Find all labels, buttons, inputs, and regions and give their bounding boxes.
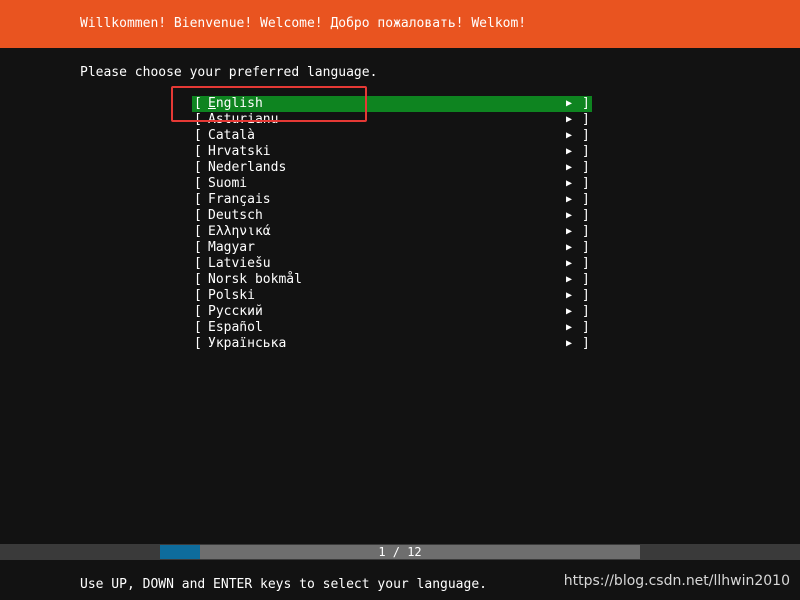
language-label: Polski [208, 288, 255, 303]
bracket-open: [ [194, 240, 202, 255]
bracket-close: ] [582, 192, 590, 207]
bracket-close: ] [582, 336, 590, 351]
bracket-open: [ [194, 176, 202, 191]
right-arrow-icon: ▶ [566, 210, 573, 221]
right-arrow-icon: ▶ [566, 258, 573, 269]
language-option-latviešu[interactable]: [ Latviešu ▶] [192, 256, 592, 272]
progress-text: 1 / 12 [378, 545, 422, 559]
language-list: [English ▶][Asturianu ▶][Català ▶][Hrvatski… [192, 96, 592, 352]
language-option-español[interactable]: [ Español ▶] [192, 320, 592, 336]
right-arrow-icon: ▶ [566, 290, 573, 301]
language-option-norsk-bokmål[interactable]: [ Norsk bokmål ▶] [192, 272, 592, 288]
right-arrow-icon: ▶ [566, 162, 573, 173]
language-label: Русский [208, 304, 263, 319]
language-label: Norsk bokmål [208, 272, 302, 287]
watermark: https://blog.csdn.net/llhwin2010 [563, 573, 790, 589]
bracket-open: [ [194, 304, 202, 319]
right-arrow-icon: ▶ [566, 130, 573, 141]
bracket-close: ] [582, 144, 590, 159]
bracket-open: [ [194, 336, 202, 351]
bracket-open: [ [194, 208, 202, 223]
right-arrow-icon: ▶ [566, 306, 573, 317]
bracket-close: ] [582, 288, 590, 303]
language-option-русский[interactable]: [ Русский ▶] [192, 304, 592, 320]
language-label: Magyar [208, 240, 255, 255]
keyboard-hint: Use UP, DOWN and ENTER keys to select yo… [80, 577, 487, 592]
language-option-nederlands[interactable]: [ Nederlands ▶] [192, 160, 592, 176]
bracket-open: [ [194, 224, 202, 239]
installer-screen: Willkommen! Bienvenue! Welcome! Добро по… [0, 0, 800, 600]
bracket-close: ] [582, 176, 590, 191]
language-label: Ελληνικά [208, 224, 271, 239]
annotation-highlight-box [171, 86, 367, 122]
bracket-open: [ [194, 272, 202, 287]
bracket-open: [ [194, 192, 202, 207]
right-arrow-icon: ▶ [566, 242, 573, 253]
right-arrow-icon: ▶ [566, 274, 573, 285]
bracket-close: ] [582, 208, 590, 223]
language-option-suomi[interactable]: [ Suomi ▶] [192, 176, 592, 192]
header-bar: Willkommen! Bienvenue! Welcome! Добро по… [0, 0, 800, 48]
bracket-open: [ [194, 320, 202, 335]
bracket-close: ] [582, 224, 590, 239]
bracket-open: [ [194, 144, 202, 159]
bracket-close: ] [582, 160, 590, 175]
bracket-open: [ [194, 160, 202, 175]
language-label: Latviešu [208, 256, 271, 271]
language-option-magyar[interactable]: [ Magyar ▶] [192, 240, 592, 256]
language-label: Українська [208, 336, 287, 351]
bracket-close: ] [582, 96, 590, 111]
bracket-close: ] [582, 304, 590, 319]
language-option-ελληνικά[interactable]: [ Ελληνικά ▶] [192, 224, 592, 240]
welcome-title: Willkommen! Bienvenue! Welcome! Добро по… [80, 16, 527, 31]
bracket-close: ] [582, 240, 590, 255]
right-arrow-icon: ▶ [566, 178, 573, 189]
bracket-open: [ [194, 128, 202, 143]
right-arrow-icon: ▶ [566, 322, 573, 333]
right-arrow-icon: ▶ [566, 146, 573, 157]
right-arrow-icon: ▶ [566, 194, 573, 205]
language-label: Deutsch [208, 208, 263, 223]
language-label: Suomi [208, 176, 248, 191]
bracket-close: ] [582, 112, 590, 127]
language-label: Español [208, 320, 263, 335]
language-label: Català [208, 128, 255, 143]
language-label: Français [208, 192, 271, 207]
right-arrow-icon: ▶ [566, 98, 573, 109]
bracket-close: ] [582, 256, 590, 271]
language-label: Nederlands [208, 160, 287, 175]
language-option-deutsch[interactable]: [ Deutsch ▶] [192, 208, 592, 224]
language-option-français[interactable]: [ Français ▶] [192, 192, 592, 208]
language-prompt: Please choose your preferred language. [80, 65, 378, 80]
right-arrow-icon: ▶ [566, 114, 573, 125]
bracket-open: [ [194, 288, 202, 303]
language-label: Hrvatski [208, 144, 271, 159]
language-option-català[interactable]: [ Català ▶] [192, 128, 592, 144]
bracket-close: ] [582, 272, 590, 287]
language-option-polski[interactable]: [ Polski ▶] [192, 288, 592, 304]
right-arrow-icon: ▶ [566, 338, 573, 349]
bracket-close: ] [582, 320, 590, 335]
bracket-close: ] [582, 128, 590, 143]
progress-bar: 1 / 12 [160, 545, 640, 559]
language-option-українська[interactable]: [ Українська ▶] [192, 336, 592, 352]
bracket-open: [ [194, 256, 202, 271]
language-option-hrvatski[interactable]: [ Hrvatski ▶] [192, 144, 592, 160]
right-arrow-icon: ▶ [566, 226, 573, 237]
